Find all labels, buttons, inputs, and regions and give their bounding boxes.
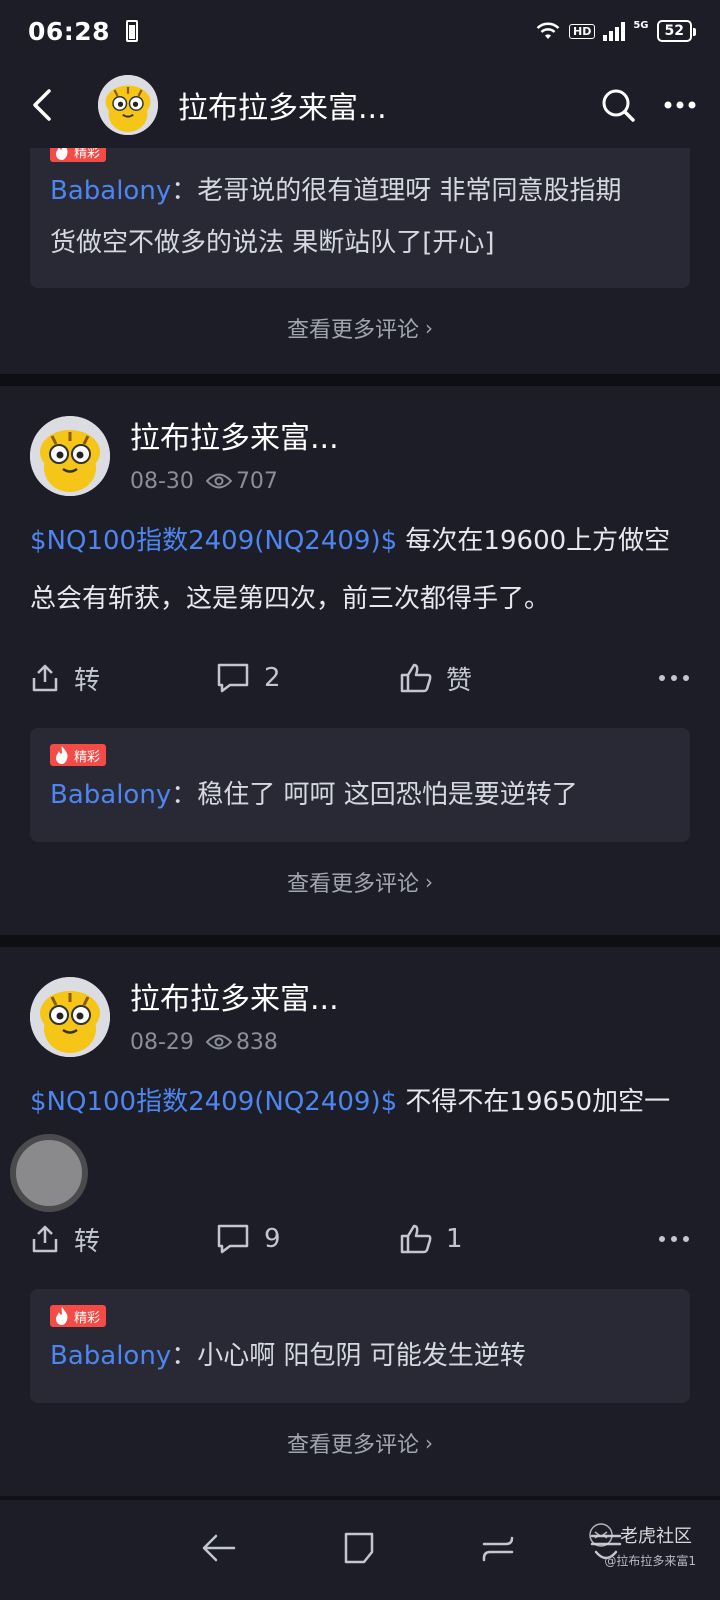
post-meta: 拉布拉多来富... 08-30 707 [130, 419, 339, 494]
like-button[interactable]: 赞 [400, 660, 658, 697]
featured-comment[interactable]: 精彩 Babalony：稳住了 呵呵 这回恐怕是要逆转了 [30, 728, 690, 842]
more-options-icon[interactable] [658, 674, 690, 682]
post-body[interactable]: $NQ100指数2409(NQ2409)$ 不得不在19650加空一 手 [30, 1073, 690, 1189]
chevron-left-icon [33, 89, 51, 121]
comment-text: Babalony：稳住了 呵呵 这回恐怕是要逆转了 [50, 780, 578, 810]
recent-apps-icon[interactable] [480, 1530, 516, 1566]
repost-button[interactable]: 转 [30, 1221, 216, 1258]
more-options-icon[interactable] [664, 101, 696, 109]
view-more-comments-link[interactable]: 查看更多评论 › [0, 288, 720, 368]
status-indicators: HD 5G 52 [535, 20, 697, 42]
floating-assist-button[interactable] [10, 1134, 88, 1212]
thumbs-up-icon [400, 1224, 432, 1254]
tiger-avatar-icon [30, 416, 110, 496]
post-date: 08-29 [130, 1029, 194, 1055]
eye-icon [205, 473, 232, 489]
divider [0, 374, 720, 386]
post-actions: 转 2 赞 [30, 628, 690, 728]
tiger-avatar-icon [30, 977, 110, 1057]
divider [0, 935, 720, 947]
post-card: 拉布拉多来富... 08-30 707 $NQ100指数2409(NQ2409)… [0, 386, 720, 935]
post-card-partial: 精彩 Babalony：老哥说的很有道理呀 非常同意股指期 货做空不做多的说法 … [0, 148, 720, 374]
post-sub-meta: 08-29 838 [130, 1030, 339, 1055]
commenter-name[interactable]: Babalony [50, 176, 171, 206]
share-icon [32, 1225, 58, 1253]
status-time: 06:28 [28, 16, 111, 46]
watermark-brand: 老虎社区 [620, 1526, 692, 1547]
back-button[interactable] [24, 83, 60, 127]
post-meta: 拉布拉多来富... 08-29 838 [130, 980, 339, 1055]
author-avatar[interactable] [30, 416, 110, 496]
eye-icon [205, 1034, 232, 1050]
post-actions: 转 9 1 [30, 1189, 690, 1289]
comment-icon [217, 1224, 249, 1254]
post-card: 拉布拉多来富... 08-29 838 $NQ100指数2409(NQ2409)… [0, 947, 720, 1496]
view-count: 707 [205, 469, 278, 494]
post-header: 拉布拉多来富... 08-30 707 [30, 386, 690, 496]
chevron-right-icon: › [425, 870, 433, 894]
page-header: 拉布拉多来富... [0, 62, 720, 148]
featured-comment[interactable]: 精彩 Babalony：小心啊 阳包阴 可能发生逆转 [30, 1289, 690, 1403]
featured-badge: 精彩 [50, 744, 107, 766]
more-options-icon[interactable] [658, 1235, 690, 1243]
comment-text: Babalony：老哥说的很有道理呀 非常同意股指期 货做空不做多的说法 果断站… [50, 176, 622, 258]
view-more-comments-link[interactable]: 查看更多评论 › [30, 1403, 690, 1483]
comment-text: Babalony：小心啊 阳包阴 可能发生逆转 [50, 1341, 526, 1371]
signal-icon [603, 21, 626, 41]
network-type: 5G [633, 20, 649, 31]
commenter-name[interactable]: Babalony [50, 1341, 171, 1371]
search-icon[interactable] [600, 87, 636, 123]
chevron-right-icon: › [425, 316, 433, 340]
flame-icon [56, 746, 68, 764]
watermark: 老虎社区 @拉布拉多来富1 [588, 1522, 696, 1568]
watermark-user: @拉布拉多来富1 [604, 1554, 696, 1568]
battery-level: 52 [656, 20, 697, 42]
share-icon [32, 664, 58, 692]
post-date: 08-30 [130, 468, 194, 494]
repost-button[interactable]: 转 [30, 660, 216, 697]
wifi-icon [536, 22, 560, 39]
chevron-right-icon: › [425, 1431, 433, 1455]
view-count: 838 [205, 1030, 278, 1055]
back-arrow-icon[interactable] [200, 1530, 236, 1566]
featured-badge: 精彩 [50, 148, 107, 162]
featured-badge: 精彩 [50, 1305, 107, 1327]
status-bar: 06:28 HD 5G 52 [0, 0, 720, 62]
author-name[interactable]: 拉布拉多来富... [130, 419, 339, 459]
post-header: 拉布拉多来富... 08-29 838 [30, 947, 690, 1057]
author-avatar[interactable] [30, 977, 110, 1057]
comment-button[interactable]: 2 [216, 662, 400, 694]
flame-icon [56, 1307, 68, 1325]
home-square-icon[interactable] [342, 1530, 378, 1566]
ticker-link[interactable]: $NQ100指数2409(NQ2409)$ [30, 1087, 397, 1117]
comment-button[interactable]: 9 [216, 1223, 400, 1255]
post-body[interactable]: $NQ100指数2409(NQ2409)$ 每次在19600上方做空 总会有斩获… [30, 512, 690, 628]
comment-icon [217, 663, 249, 693]
tiger-avatar-icon [98, 75, 158, 135]
ticker-link[interactable]: $NQ100指数2409(NQ2409)$ [30, 526, 397, 556]
post-sub-meta: 08-30 707 [130, 469, 339, 494]
page-title: 拉布拉多来富... [178, 91, 387, 126]
thumbs-up-icon [400, 663, 432, 693]
system-nav-bar [0, 1500, 720, 1600]
author-name[interactable]: 拉布拉多来富... [130, 980, 339, 1020]
like-button[interactable]: 1 [400, 1224, 658, 1254]
commenter-name[interactable]: Babalony [50, 780, 171, 810]
tiger-logo-icon [589, 1523, 613, 1547]
view-more-comments-link[interactable]: 查看更多评论 › [30, 842, 690, 922]
hd-badge: HD [569, 23, 596, 39]
header-avatar[interactable] [98, 75, 158, 135]
feed: 精彩 Babalony：老哥说的很有道理呀 非常同意股指期 货做空不做多的说法 … [0, 148, 720, 1496]
battery-saver-icon [126, 20, 139, 42]
flame-icon [56, 148, 68, 160]
header-actions [600, 87, 696, 123]
featured-comment[interactable]: 精彩 Babalony：老哥说的很有道理呀 非常同意股指期 货做空不做多的说法 … [30, 148, 690, 288]
